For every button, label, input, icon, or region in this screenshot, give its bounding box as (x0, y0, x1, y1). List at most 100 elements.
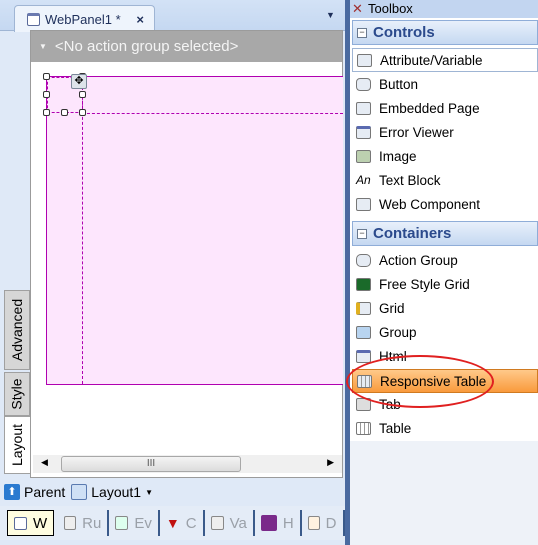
item-label: Free Style Grid (379, 276, 470, 292)
toolbox-item-html[interactable]: Html (352, 344, 538, 368)
close-icon[interactable]: × (136, 12, 144, 27)
tab-label: Layout (9, 423, 26, 467)
part-tab-label: Va (229, 514, 247, 532)
responsive-table-element[interactable]: ✥ (43, 73, 343, 385)
error-viewer-icon (356, 125, 371, 139)
part-tab-conditions[interactable]: ▼ C (160, 510, 205, 536)
part-tab-label: W (33, 514, 48, 532)
resize-handle[interactable] (79, 109, 86, 116)
parent-button[interactable]: ⬆ Parent (4, 484, 65, 500)
scroll-thumb[interactable]: III (61, 456, 241, 472)
item-label: Group (379, 324, 417, 340)
item-label: Web Component (379, 196, 481, 212)
toolbox-title: ✕ Toolbox (350, 0, 538, 18)
item-label: Html (379, 348, 407, 364)
layout-label: Layout1 (91, 484, 142, 500)
dropdown-arrow-icon: ▼ (39, 42, 47, 51)
layout-edit-icon (71, 484, 88, 500)
part-tab-rules[interactable]: Ru (58, 510, 110, 536)
item-label: Grid (379, 300, 405, 316)
toolbox-item-free-style-grid[interactable]: Free Style Grid (352, 272, 538, 296)
resize-handle[interactable] (43, 73, 50, 80)
tab-dropdown-icon[interactable]: ▼ (326, 10, 335, 20)
tab-title: WebPanel1 * (45, 11, 121, 27)
tab-webpanel1[interactable]: WebPanel1 * × (14, 5, 155, 32)
layout-dropdown[interactable]: Layout1 ▼ (71, 484, 153, 500)
item-label: Tab (379, 396, 401, 412)
collapse-icon[interactable]: − (357, 228, 367, 239)
resize-handle[interactable] (43, 91, 50, 98)
document-tabstrip: WebPanel1 * × ▼ (0, 0, 345, 32)
tab-style[interactable]: Style (4, 372, 30, 416)
parent-label: Parent (24, 484, 66, 500)
resize-handle[interactable] (61, 109, 68, 116)
toolbox-item-grid[interactable]: Grid (352, 296, 538, 320)
navigation-bar: ⬆ Parent Layout1 ▼ (0, 480, 345, 504)
item-label: Attribute/Variable (380, 52, 483, 68)
help-book-icon (260, 515, 277, 531)
scroll-left-icon[interactable]: ◀ (41, 457, 48, 468)
table-icon (356, 421, 371, 435)
resize-handle[interactable] (43, 109, 50, 116)
side-tabs: Advanced Style Layout (4, 290, 30, 475)
action-group-bar[interactable]: ▼ <No action group selected> (31, 31, 342, 62)
embedded-page-icon (356, 101, 371, 115)
attribute-icon (357, 53, 372, 67)
toolbox-item-image[interactable]: Image (352, 144, 538, 168)
rules-icon (64, 516, 77, 530)
action-group-label: <No action group selected> (54, 38, 239, 55)
design-canvas: ▼ <No action group selected> ✥ ◀ III ▶ (30, 30, 343, 478)
section-title: Containers (373, 225, 452, 242)
part-tab-label: H (282, 514, 294, 532)
toolbox-item-responsive-table[interactable]: Responsive Table (352, 369, 538, 393)
part-tab-help[interactable]: H (255, 510, 302, 536)
variables-icon (210, 516, 224, 530)
toolbox-item-tab[interactable]: Tab (352, 392, 538, 416)
item-label: Error Viewer (379, 124, 454, 140)
tab-label: Advanced (9, 298, 25, 362)
tab-advanced[interactable]: Advanced (4, 290, 30, 370)
horizontal-scrollbar[interactable]: ◀ III ▶ (33, 455, 342, 473)
toolbox-item-embedded-page[interactable]: Embedded Page (352, 96, 538, 120)
toolbox-empty-area (350, 441, 538, 545)
part-tab-web-form[interactable]: W (7, 510, 55, 536)
tab-icon (356, 397, 371, 411)
section-containers[interactable]: − Containers (352, 221, 538, 246)
webform-icon (14, 516, 27, 530)
resize-handle[interactable] (79, 91, 86, 98)
chevron-down-icon: ▼ (145, 487, 153, 497)
part-tab-events[interactable]: Ev (109, 510, 160, 536)
part-tab-variables[interactable]: Va (205, 510, 255, 536)
toolbox-item-table[interactable]: Table (352, 416, 538, 440)
group-icon (356, 325, 371, 339)
scroll-right-icon[interactable]: ▶ (327, 457, 334, 468)
html-icon (356, 349, 371, 363)
filter-icon: ▼ (165, 515, 180, 531)
grid-icon (356, 301, 371, 315)
item-label: Embedded Page (379, 100, 480, 116)
toolbox-item-attribute-variable[interactable]: Attribute/Variable (352, 48, 538, 72)
free-style-grid-icon (356, 277, 371, 291)
move-handle-icon[interactable]: ✥ (71, 74, 87, 89)
button-icon (356, 77, 371, 91)
web-component-icon (356, 197, 371, 211)
toolbox-item-error-viewer[interactable]: Error Viewer (352, 120, 538, 144)
webpanel-icon (27, 12, 40, 26)
toolbox-item-group[interactable]: Group (352, 320, 538, 344)
text-block-icon: An (356, 173, 371, 187)
tab-layout[interactable]: Layout (4, 416, 30, 474)
item-label: Table (379, 420, 412, 436)
toolbox-title-text: Toolbox (368, 1, 413, 16)
toolbox-item-text-block[interactable]: An Text Block (352, 168, 538, 192)
part-tab-documentation[interactable]: D (302, 510, 345, 536)
designer-panel: WebPanel1 * × ▼ ▼ <No action group selec… (0, 0, 345, 545)
part-tab-label: C (185, 514, 197, 532)
item-label: Image (379, 148, 417, 164)
section-controls[interactable]: − Controls (352, 20, 538, 45)
collapse-icon[interactable]: − (357, 27, 367, 38)
toolbox-item-web-component[interactable]: Web Component (352, 192, 538, 216)
item-label: Action Group (379, 252, 458, 268)
toolbox-item-button[interactable]: Button (352, 72, 538, 96)
toolbox-item-action-group[interactable]: Action Group (352, 248, 538, 272)
arrow-up-icon: ⬆ (4, 484, 20, 500)
